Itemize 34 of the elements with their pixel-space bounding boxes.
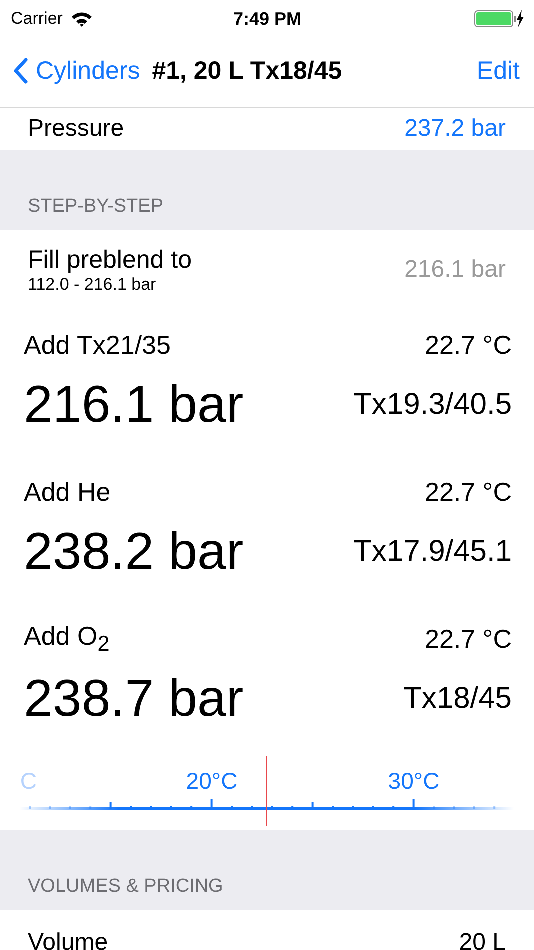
screen-title: #1, 20 L Tx18/45 [152, 56, 342, 86]
pressure-range: 112.0 - 216.1 bar [28, 274, 158, 294]
section-header: STEP-BY-STEP [28, 196, 164, 218]
current-value-indicator [266, 756, 268, 826]
carrier-name: Carrier [11, 9, 63, 29]
row-label: Pressure [28, 115, 124, 143]
status-time: 7:49 PM [233, 8, 302, 30]
scale-label: 20°C [186, 768, 238, 794]
mix-label: Tx17.9/45.1 [354, 535, 512, 569]
preblend-label: Fill preblend to [28, 246, 192, 274]
section-header: VOLUMES & PRICING [28, 876, 224, 898]
mix-label: Tx18/45 [404, 682, 512, 716]
battery-icon [474, 9, 524, 29]
target-pressure: 238.7 bar [24, 669, 244, 729]
back-chevron-icon [14, 58, 28, 84]
wifi-icon [70, 11, 93, 27]
edit-button[interactable]: Edit [476, 56, 520, 86]
step-label: Add He [24, 476, 111, 508]
preblend-value: 216.1 bar [404, 256, 506, 284]
back-button[interactable]: Cylinders [14, 56, 140, 86]
step-label: Add O$_{2}$ [24, 620, 110, 658]
target-pressure: 216.1 bar [24, 375, 244, 435]
scale-label: C [20, 768, 37, 794]
row-label: Volume [28, 929, 108, 950]
mix-label: Tx19.3/40.5 [354, 388, 512, 422]
row-value: 20 L [459, 929, 506, 950]
scale-label: 30°C [388, 768, 440, 794]
step-temperature: 22.7 °C [424, 476, 512, 508]
step-temperature: 22.7 °C [424, 624, 512, 654]
row-value: 237.2 bar [404, 115, 506, 143]
step-temperature: 22.7 °C [424, 330, 512, 360]
target-pressure: 238.2 bar [24, 522, 244, 582]
temperature-ruler[interactable]: C 20°C 30°C [0, 751, 534, 830]
step-label: Add Tx21/35 [24, 330, 171, 360]
